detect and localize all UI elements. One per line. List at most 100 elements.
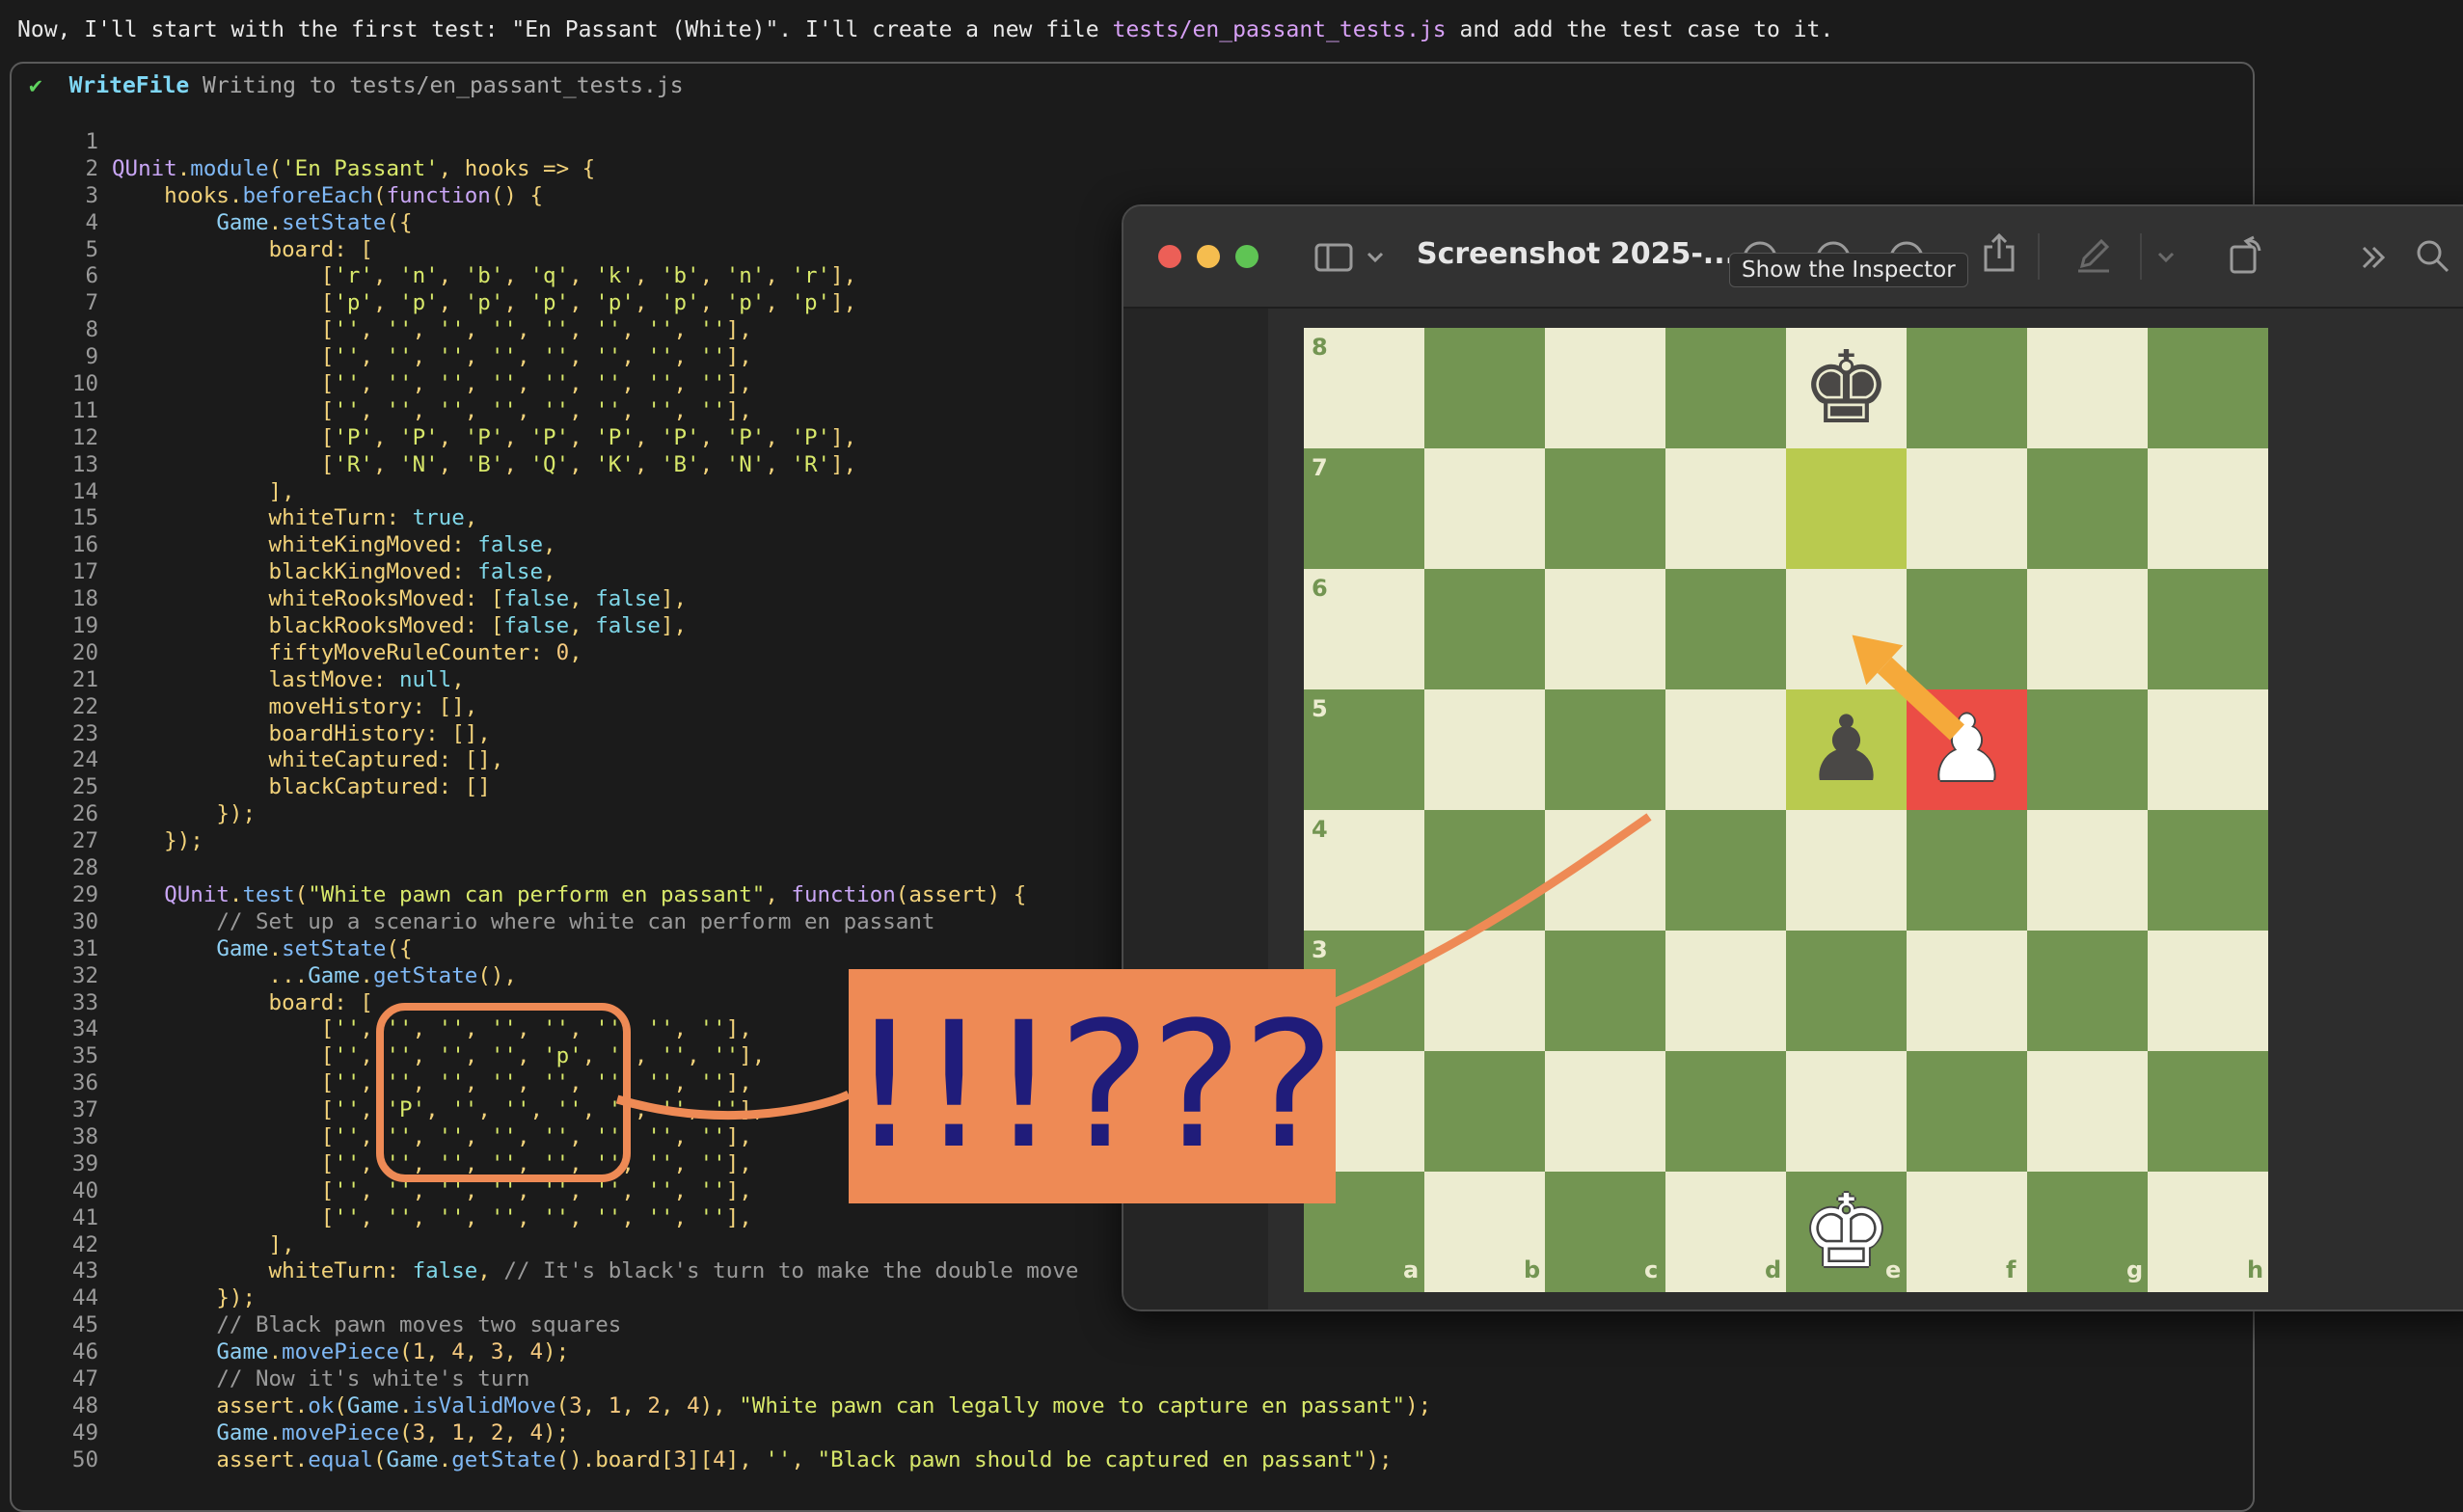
close-button[interactable]	[1158, 245, 1181, 268]
line-number: 1	[85, 129, 98, 154]
line-number: 37	[71, 1097, 98, 1123]
line-code: ],	[112, 478, 295, 504]
sidebar-icon[interactable]	[1314, 243, 1353, 272]
line-number: 16	[71, 532, 98, 558]
line-code: QUnit.module('En Passant', hooks => {	[112, 155, 596, 181]
line-number: 9	[85, 344, 98, 370]
line-code: whiteCaptured: [],	[112, 747, 504, 773]
line-number: 31	[71, 935, 98, 961]
line-number: 42	[71, 1231, 98, 1257]
move-arrow-shaft	[1877, 657, 1964, 741]
code-line: 45 // Black pawn moves two squares	[0, 1312, 1431, 1339]
message-text: Now, I'll start with the first test: "En…	[17, 17, 1113, 42]
line-number: 50	[71, 1446, 98, 1472]
line-number: 44	[71, 1285, 98, 1311]
line-code: // Black pawn moves two squares	[216, 1312, 622, 1338]
line-code: blackRooksMoved: [false, false],	[112, 613, 688, 639]
window-title: Screenshot 2025-...	[1417, 237, 1736, 271]
line-number: 40	[71, 1177, 98, 1203]
code-line: 50 assert.equal(Game.getState().board[3]…	[0, 1447, 1431, 1474]
line-number: 21	[71, 666, 98, 692]
line-code: ['R', 'N', 'B', 'Q', 'K', 'B', 'N', 'R']…	[112, 451, 857, 477]
line-number: 38	[71, 1123, 98, 1149]
line-number: 41	[71, 1204, 98, 1230]
tool-header: ✔ WriteFile Writing to tests/en_passant_…	[29, 73, 684, 98]
line-number: 20	[71, 639, 98, 665]
check-icon: ✔	[29, 73, 42, 98]
toolbar-divider-2	[2140, 233, 2142, 280]
inspector-tooltip: Show the Inspector	[1729, 253, 1968, 287]
line-code: ['', '', '', '', '', '', '', ''],	[112, 1204, 752, 1230]
line-code: boardHistory: [],	[112, 720, 491, 746]
line-number: 5	[85, 236, 98, 262]
annotation-label: !!!???	[849, 969, 1336, 1203]
line-number: 12	[71, 424, 98, 450]
line-code: assert.equal(Game.getState().board[3][4]…	[112, 1446, 1393, 1472]
search-icon[interactable]	[2416, 239, 2450, 274]
code-line: 1	[0, 129, 1431, 156]
title-bar[interactable]: Screenshot 2025-... Show the Inspector	[1123, 206, 2463, 309]
line-number: 35	[71, 1043, 98, 1069]
line-number: 4	[85, 209, 98, 235]
line-code: ['', '', '', '', '', '', '', ''],	[112, 397, 752, 423]
chess-board: 87654321abcdefgh♚♟♟♚	[1304, 328, 2268, 1292]
line-number: 36	[71, 1070, 98, 1096]
line-code: whiteTurn: false, // It's black's turn t…	[112, 1258, 1079, 1284]
move-arrow	[1852, 634, 1964, 741]
chevron-down-icon[interactable]	[1367, 251, 1384, 264]
line-number: 2	[85, 155, 98, 181]
line-number: 11	[71, 397, 98, 423]
line-number: 34	[71, 1016, 98, 1042]
line-number: 8	[85, 317, 98, 343]
line-number: 26	[71, 801, 98, 827]
line-number: 28	[71, 855, 98, 881]
code-line: 46 Game.movePiece(1, 4, 3, 4);	[0, 1339, 1431, 1366]
line-number: 15	[71, 505, 98, 531]
minimize-button[interactable]	[1197, 245, 1220, 268]
line-code: Game.setState({	[216, 935, 413, 961]
line-number: 49	[71, 1419, 98, 1445]
toolbar-divider	[2038, 233, 2040, 280]
line-code: lastMove: null,	[112, 666, 465, 692]
line-code: moveHistory: [],	[112, 693, 478, 719]
markup-chevron-icon[interactable]	[2157, 251, 2175, 264]
rotate-icon[interactable]	[2227, 233, 2265, 276]
line-code: ['p', 'p', 'p', 'p', 'p', 'p', 'p', 'p']…	[112, 290, 857, 316]
line-code: hooks.beforeEach(function() {	[112, 182, 544, 208]
line-code: // Set up a scenario where white can per…	[216, 908, 935, 934]
line-number: 46	[71, 1339, 98, 1365]
line-code: blackCaptured: []	[112, 774, 491, 800]
more-icon[interactable]	[2360, 245, 2389, 270]
line-code: board: [	[112, 989, 373, 1015]
share-icon[interactable]	[1982, 231, 2016, 274]
line-number: 10	[71, 371, 98, 397]
line-code: });	[112, 828, 203, 854]
line-number: 33	[71, 989, 98, 1015]
line-number: 39	[71, 1150, 98, 1176]
annotation-highlight-box	[376, 1003, 631, 1182]
code-line: 49 Game.movePiece(3, 1, 2, 4);	[0, 1420, 1431, 1447]
line-code: Game.movePiece(1, 4, 3, 4);	[216, 1339, 570, 1365]
line-number: 29	[71, 881, 98, 907]
line-code: ['', '', '', '', '', '', '', ''],	[112, 344, 752, 370]
code-line: 48 assert.ok(Game.isValidMove(3, 1, 2, 4…	[0, 1393, 1431, 1420]
line-code: ],	[112, 1231, 295, 1257]
line-number: 23	[71, 720, 98, 746]
line-code: });	[112, 1285, 257, 1311]
zoom-button[interactable]	[1235, 245, 1259, 268]
line-code: whiteKingMoved: false,	[112, 532, 556, 558]
line-number: 24	[71, 747, 98, 773]
line-number: 43	[71, 1258, 98, 1284]
line-code: whiteTurn: true,	[112, 505, 478, 531]
line-code: board: [	[268, 236, 373, 262]
code-line: 2 QUnit.module('En Passant', hooks => {	[0, 156, 1431, 183]
line-number: 18	[71, 586, 98, 612]
line-number: 14	[71, 478, 98, 504]
markup-icon[interactable]	[2074, 235, 2113, 274]
line-code: ['', '', '', '', '', '', '', ''],	[112, 317, 752, 343]
line-code: ['P', 'P', 'P', 'P', 'P', 'P', 'P', 'P']…	[112, 424, 857, 450]
tool-name: WriteFile	[68, 73, 190, 98]
line-code: blackKingMoved: false,	[112, 559, 556, 585]
line-code: });	[112, 801, 257, 827]
line-code: QUnit.test("White pawn can perform en pa…	[164, 881, 1027, 907]
